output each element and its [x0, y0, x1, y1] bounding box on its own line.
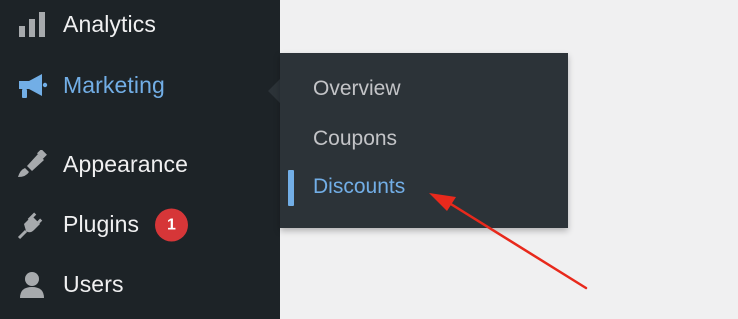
submenu-item-coupons[interactable]: Coupons [280, 118, 568, 162]
submenu-item-label: Coupons [313, 127, 398, 150]
sidebar-item-label: Plugins [63, 211, 140, 237]
submenu-item-label: Overview [313, 77, 401, 100]
user-icon [15, 268, 49, 302]
plug-icon [15, 208, 49, 242]
marketing-submenu: Overview Coupons Discounts [280, 53, 568, 228]
sidebar-item-marketing[interactable]: Marketing [0, 61, 280, 111]
sidebar-item-plugins[interactable]: Plugins 1 [0, 200, 280, 250]
sidebar-item-label: Analytics [63, 11, 156, 37]
flyout-pointer [268, 79, 280, 103]
update-count-badge: 1 [155, 208, 188, 242]
sidebar-item-users[interactable]: Users [0, 260, 280, 310]
admin-sidebar: Analytics Marketing Appearance Plugins 1… [0, 0, 280, 319]
paintbrush-icon [15, 148, 49, 182]
sidebar-item-label: Users [63, 271, 124, 297]
megaphone-icon [15, 69, 49, 103]
current-item-indicator [288, 170, 294, 206]
sidebar-item-appearance[interactable]: Appearance [0, 140, 280, 190]
sidebar-item-analytics[interactable]: Analytics [0, 0, 280, 50]
submenu-item-discounts[interactable]: Discounts [280, 166, 568, 210]
sidebar-item-label: Marketing [63, 72, 165, 98]
submenu-item-overview[interactable]: Overview [280, 68, 568, 112]
bar-chart-icon [15, 8, 49, 42]
sidebar-item-label: Appearance [63, 151, 189, 177]
submenu-item-label: Discounts [313, 175, 406, 198]
